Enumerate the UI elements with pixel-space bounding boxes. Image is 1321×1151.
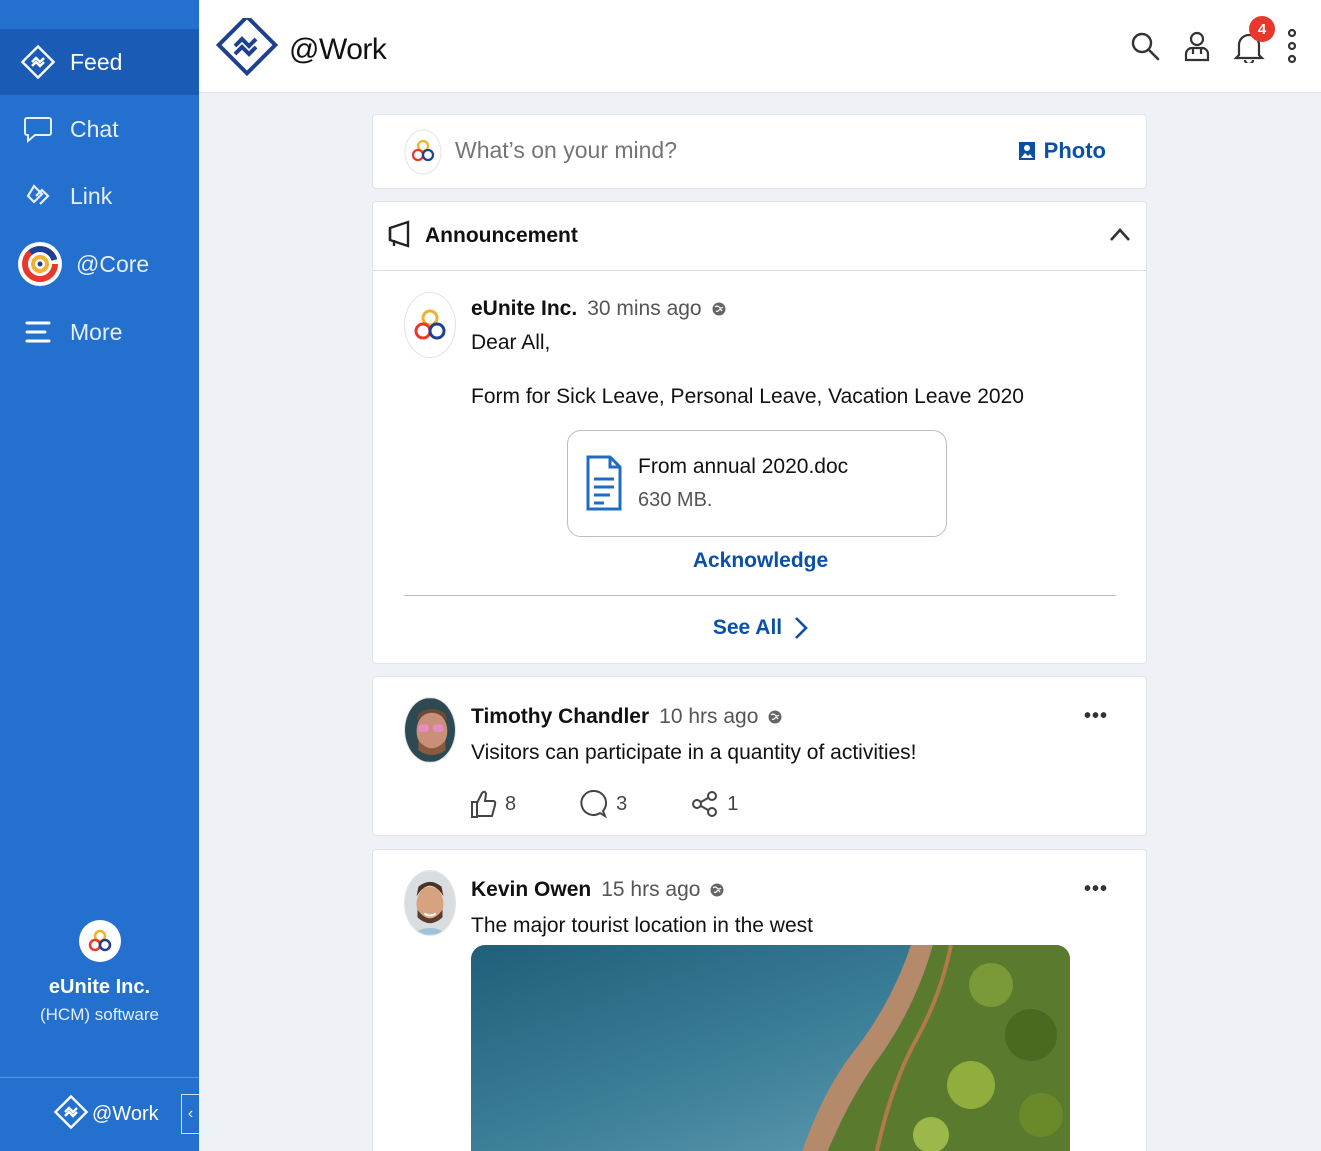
brand[interactable]: @Work xyxy=(215,13,387,81)
like-button[interactable]: 8 xyxy=(471,789,516,819)
sidebar-item-label: @Core xyxy=(76,250,150,277)
author-name[interactable]: eUnite Inc. xyxy=(471,297,577,321)
horizontal-dots-icon: ••• xyxy=(1083,878,1108,900)
announcement-body: Form for Sick Leave, Personal Leave, Vac… xyxy=(471,385,1024,408)
announcement-header[interactable]: Announcement xyxy=(373,202,1146,271)
vertical-dots-icon xyxy=(1287,28,1297,64)
sidebar-footer: @Work ‹ xyxy=(0,1077,199,1151)
feed-logo-icon xyxy=(20,44,56,80)
globe-icon xyxy=(768,710,782,724)
brand-name: @Work xyxy=(289,32,387,66)
sidebar-item-label: Chat xyxy=(70,115,119,142)
sidebar-item-label: Feed xyxy=(70,48,123,75)
divider xyxy=(404,595,1116,596)
post-options-button[interactable]: ••• xyxy=(1084,705,1108,728)
org-avatar xyxy=(78,920,121,962)
top-actions: 4 xyxy=(1129,16,1299,66)
contacts-button[interactable] xyxy=(1181,26,1213,66)
author-name[interactable]: Kevin Owen xyxy=(471,878,591,902)
collapse-announcement-button[interactable] xyxy=(1108,222,1132,251)
org-profile[interactable]: eUnite Inc. (HCM) software xyxy=(0,920,199,1025)
announcement-card: Announcement eUnite Inc. 30 mins ago Dea… xyxy=(372,201,1147,664)
sidebar-item-chat[interactable]: Chat xyxy=(0,96,199,162)
sidebar-item-link[interactable]: Link xyxy=(0,163,199,229)
collapse-sidebar-button[interactable]: ‹ xyxy=(181,1094,199,1134)
see-all-label: See All xyxy=(712,616,783,639)
overflow-menu-button[interactable] xyxy=(1285,26,1299,66)
post-time: 10 hrs ago xyxy=(659,705,759,728)
author-name[interactable]: Timothy Chandler xyxy=(471,705,649,729)
sidebar-brand: @Work xyxy=(92,1103,159,1125)
sidebar-item-more[interactable]: More xyxy=(0,299,199,365)
post-header: Kevin Owen 15 hrs ago xyxy=(471,878,724,902)
post-time: 15 hrs ago xyxy=(601,878,701,901)
chat-bubble-icon xyxy=(20,111,56,147)
sidebar-item-label: Link xyxy=(70,182,113,209)
sidebar: Feed Chat Link @Core More eUnite Inc. (H… xyxy=(0,0,199,1151)
work-logo-icon xyxy=(52,1093,90,1136)
sidebar-item-label: More xyxy=(70,318,123,345)
notifications-button[interactable]: 4 xyxy=(1233,16,1275,66)
file-attachment[interactable]: From annual 2020.doc 630 MB. xyxy=(567,430,947,537)
horizontal-dots-icon: ••• xyxy=(1083,705,1108,727)
post-actions: 8 3 1 xyxy=(471,789,738,819)
file-size: 630 MB. xyxy=(638,489,713,511)
share-button[interactable]: 1 xyxy=(691,789,738,819)
status-input[interactable] xyxy=(455,137,955,164)
work-logo-icon xyxy=(215,13,279,81)
avatar[interactable] xyxy=(404,292,456,358)
announcement-greeting: Dear All, xyxy=(471,331,551,354)
comment-count: 3 xyxy=(616,792,628,815)
hamburger-icon xyxy=(20,314,56,350)
document-icon xyxy=(586,455,622,516)
photo-label: Photo xyxy=(1043,138,1106,163)
globe-icon xyxy=(712,302,726,316)
announcement-title: Announcement xyxy=(425,224,578,247)
chevron-left-icon: ‹ xyxy=(187,1105,194,1122)
feed-post: Timothy Chandler 10 hrs ago ••• Visitors… xyxy=(372,676,1147,836)
like-count: 8 xyxy=(505,792,517,815)
avatar[interactable] xyxy=(404,870,456,936)
search-button[interactable] xyxy=(1129,26,1161,66)
post-options-button[interactable]: ••• xyxy=(1084,878,1108,901)
post-header: eUnite Inc. 30 mins ago xyxy=(471,297,726,321)
chevron-up-icon xyxy=(1110,228,1130,241)
thumbs-up-icon xyxy=(471,790,497,818)
chevron-right-icon xyxy=(795,617,808,639)
avatar xyxy=(404,129,442,175)
org-subtitle: (HCM) software xyxy=(39,1005,159,1024)
add-photo-button[interactable]: Photo xyxy=(1018,138,1106,164)
share-icon xyxy=(692,791,718,817)
sidebar-item-feed[interactable]: Feed xyxy=(0,29,199,95)
image-icon xyxy=(1018,142,1035,160)
file-name: From annual 2020.doc xyxy=(638,455,849,478)
sidebar-item-core[interactable]: @Core xyxy=(0,231,199,297)
top-bar: @Work 4 xyxy=(199,0,1321,93)
core-logo-icon xyxy=(18,242,62,286)
see-all-button[interactable]: See All xyxy=(373,616,1148,640)
feed-post: Kevin Owen 15 hrs ago ••• The major tour… xyxy=(372,849,1147,1151)
post-text: The major tourist location in the west xyxy=(471,914,813,937)
acknowledge-button[interactable]: Acknowledge xyxy=(373,549,1148,573)
comment-icon xyxy=(580,789,608,819)
comment-button[interactable]: 3 xyxy=(580,789,627,819)
post-image[interactable] xyxy=(471,945,1070,1151)
search-icon xyxy=(1131,32,1160,61)
post-text: Visitors can participate in a quantity o… xyxy=(471,741,917,764)
people-icon xyxy=(1184,31,1210,62)
notification-badge: 4 xyxy=(1249,16,1275,42)
globe-icon xyxy=(710,883,724,897)
post-time: 30 mins ago xyxy=(587,297,702,320)
megaphone-icon xyxy=(387,219,413,253)
avatar[interactable] xyxy=(404,697,456,763)
post-composer: Photo xyxy=(372,114,1147,189)
share-count: 1 xyxy=(727,792,739,815)
link-icon xyxy=(20,178,56,214)
post-header: Timothy Chandler 10 hrs ago xyxy=(471,705,782,729)
org-name: eUnite Inc. xyxy=(48,976,151,998)
